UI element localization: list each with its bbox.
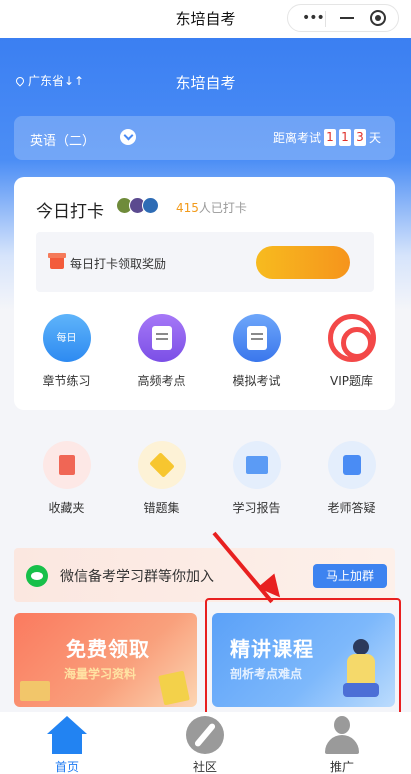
avatar-group xyxy=(116,197,159,214)
checkin-button[interactable] xyxy=(256,246,350,279)
subject-label[interactable]: 英语（二） xyxy=(30,130,95,149)
document-glyph xyxy=(246,326,267,350)
bookmark-icon xyxy=(42,441,91,489)
practice-item-mock[interactable]: 模拟考试 xyxy=(209,314,304,389)
tool-item-report[interactable]: 学习报告 xyxy=(209,441,304,516)
chevron-down-icon[interactable] xyxy=(120,129,136,145)
chapter-icon: 每日 xyxy=(42,314,91,362)
countdown-digit: 1 xyxy=(323,129,336,146)
tab-label: 社区 xyxy=(192,760,217,774)
capsule-divider xyxy=(325,11,326,27)
bottom-tab-bar: 首页 社区 推广 xyxy=(0,712,411,774)
practice-grid: 每日 章节练习 高频考点 模拟考试 VIP题库 xyxy=(19,314,399,389)
title-bar: 东培自考 ••• xyxy=(0,0,411,38)
tool-item-label: 收藏夹 xyxy=(48,501,85,515)
page-title: 东培自考 xyxy=(175,74,236,92)
question-glyph xyxy=(342,455,361,475)
countdown-label: 距离考试 xyxy=(272,131,321,145)
countdown-digit: 3 xyxy=(353,129,366,146)
report-icon xyxy=(232,441,281,489)
tool-item-label: 学习报告 xyxy=(232,501,281,515)
compass-icon xyxy=(186,716,224,754)
folder-illustration xyxy=(158,670,190,706)
document-icon xyxy=(232,314,281,362)
tab-label: 推广 xyxy=(329,760,354,774)
clipboard-glyph xyxy=(151,326,172,350)
wrong-set-glyph xyxy=(148,452,175,478)
gift-icon xyxy=(48,253,66,269)
question-icon xyxy=(327,441,376,489)
tool-item-label: 错题集 xyxy=(143,501,180,515)
practice-item-vip[interactable]: VIP题库 xyxy=(304,314,399,389)
tool-item-label: 老师答疑 xyxy=(327,501,376,515)
exam-bar: 英语（二） 距离考试 1 1 3 天 xyxy=(14,116,395,160)
wechat-icon xyxy=(26,565,48,587)
tool-item-favorites[interactable]: 收藏夹 xyxy=(19,441,114,516)
report-glyph xyxy=(245,456,268,474)
countdown-unit: 天 xyxy=(368,131,381,145)
chapter-icon-text: 每日 xyxy=(56,333,77,344)
person-icon xyxy=(323,716,361,754)
practice-item-label: 模拟考试 xyxy=(232,374,281,388)
close-icon[interactable] xyxy=(370,10,386,26)
checkin-count-suffix: 人已打卡 xyxy=(198,201,247,215)
tool-item-wrong-set[interactable]: 错题集 xyxy=(114,441,209,516)
free-materials-card[interactable]: 免费领取 海量学习资料 xyxy=(14,613,197,707)
books-illustration xyxy=(20,681,50,701)
countdown-digit: 1 xyxy=(338,129,351,146)
bookmark-glyph xyxy=(58,455,75,475)
practice-item-highfreq[interactable]: 高频考点 xyxy=(114,314,209,389)
tab-community[interactable]: 社区 xyxy=(165,716,245,774)
person-head xyxy=(334,716,350,734)
reward-banner: 每日打卡领取奖励 xyxy=(36,232,374,292)
promo-title: 免费领取 xyxy=(66,637,150,661)
wechat-banner-text: 微信备考学习群等你加入 xyxy=(60,569,214,585)
avatar xyxy=(142,197,159,214)
tab-promote[interactable]: 推广 xyxy=(302,716,382,774)
minimize-icon[interactable] xyxy=(340,17,354,19)
practice-item-label: 高频考点 xyxy=(137,374,186,388)
checkin-count: 415人已打卡 xyxy=(176,199,247,216)
home-icon xyxy=(47,716,87,754)
checkin-title: 今日打卡 xyxy=(36,202,104,222)
wrong-set-icon xyxy=(137,441,186,489)
tab-home[interactable]: 首页 xyxy=(27,716,107,774)
practice-item-chapter[interactable]: 每日 章节练习 xyxy=(19,314,114,389)
exam-countdown: 距离考试 1 1 3 天 xyxy=(273,129,381,146)
reward-text: 每日打卡领取奖励 xyxy=(70,257,167,271)
more-icon[interactable]: ••• xyxy=(302,11,325,25)
checkin-count-number: 415 xyxy=(176,201,199,215)
tool-item-teacher-qa[interactable]: 老师答疑 xyxy=(304,441,399,516)
clipboard-icon xyxy=(137,314,186,362)
practice-item-label: 章节练习 xyxy=(42,374,91,388)
target-icon xyxy=(327,314,376,362)
person-body xyxy=(325,735,359,754)
home-base xyxy=(52,732,82,754)
tab-label: 首页 xyxy=(54,760,79,774)
practice-item-label: VIP题库 xyxy=(330,374,373,388)
promo-subtitle: 海量学习资料 xyxy=(64,667,137,681)
tools-grid: 收藏夹 错题集 学习报告 老师答疑 xyxy=(19,441,399,516)
wechat-group-banner[interactable]: 微信备考学习群等你加入 马上加群 xyxy=(14,548,395,602)
join-group-button[interactable]: 马上加群 xyxy=(313,564,387,588)
annotation-highlight-box xyxy=(205,598,401,720)
mini-program-capsule: ••• xyxy=(287,4,399,32)
